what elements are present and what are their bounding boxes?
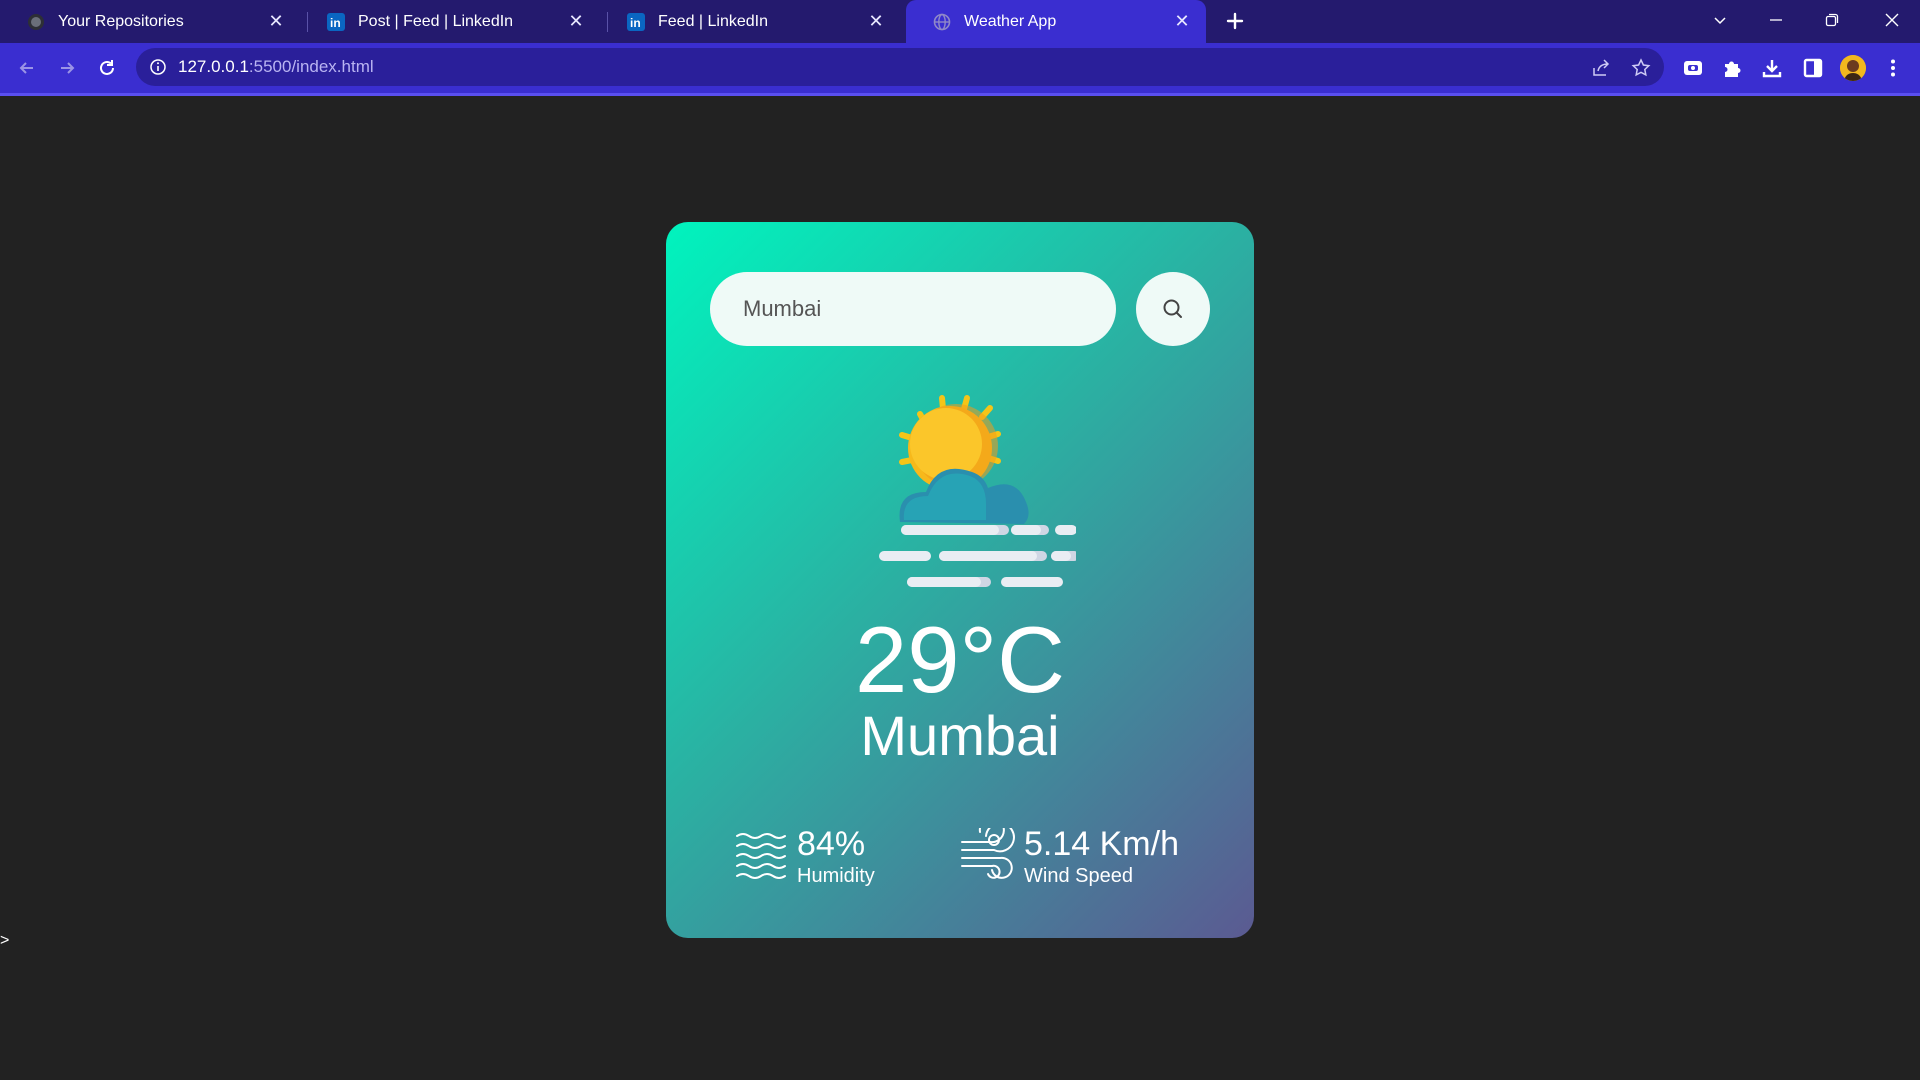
tab-title: Post | Feed | LinkedIn bbox=[358, 12, 514, 30]
tab-title: Your Repositories bbox=[58, 12, 184, 30]
chevron-down-icon bbox=[1714, 17, 1726, 25]
url-text[interactable]: 127.0.0.1:5500/index.html bbox=[178, 57, 374, 77]
site-info-icon[interactable] bbox=[148, 57, 168, 77]
side-panel-icon bbox=[1803, 58, 1823, 78]
share-button[interactable] bbox=[1590, 57, 1612, 79]
search-button[interactable] bbox=[1136, 272, 1210, 346]
side-panel-button[interactable] bbox=[1800, 55, 1826, 81]
humidity-label: Humidity bbox=[797, 865, 875, 887]
humidity-value: 84% bbox=[797, 825, 866, 863]
back-button[interactable] bbox=[12, 53, 42, 83]
minimize-button[interactable] bbox=[1748, 0, 1804, 40]
close-tab-icon[interactable]: ✕ bbox=[1172, 11, 1192, 32]
extensions-button[interactable] bbox=[1719, 55, 1745, 81]
search-bar bbox=[710, 272, 1116, 346]
bookmark-button[interactable] bbox=[1630, 57, 1652, 79]
downloads-button[interactable] bbox=[1759, 55, 1785, 81]
tab-weather-app[interactable]: Weather App ✕ bbox=[906, 0, 1206, 43]
close-tab-icon[interactable]: ✕ bbox=[266, 11, 286, 32]
arrow-left-icon bbox=[19, 62, 33, 74]
share-icon bbox=[1593, 59, 1610, 76]
page-content: > Mumbai 29°C Mumbai 84% Humidity 5.14 K… bbox=[0, 96, 1920, 1080]
close-tab-icon[interactable]: ✕ bbox=[566, 11, 586, 32]
wind-label: Wind Speed bbox=[1024, 865, 1133, 887]
download-icon bbox=[1762, 60, 1782, 78]
weather-card: 29°C Mumbai 84% Humidity bbox=[666, 222, 1254, 938]
browser-menu-button[interactable] bbox=[1880, 55, 1906, 81]
puzzle-icon bbox=[1725, 61, 1741, 77]
globe-icon bbox=[932, 12, 952, 32]
tab-strip: Your Repositories ✕ in Post | Feed | Lin… bbox=[0, 0, 1920, 43]
wind-text: 5.14 Km/h Wind Speed bbox=[1024, 826, 1179, 888]
close-window-button[interactable] bbox=[1864, 0, 1920, 40]
humidity-waves-icon bbox=[736, 833, 786, 879]
restore-icon bbox=[1825, 13, 1839, 27]
tab-title: Weather App bbox=[964, 12, 1057, 30]
reload-icon bbox=[100, 60, 114, 75]
arrow-right-icon bbox=[61, 62, 75, 74]
svg-text:in: in bbox=[330, 16, 341, 30]
minimize-icon bbox=[1770, 19, 1782, 21]
city-name: Mumbai bbox=[860, 704, 1060, 767]
city-search-input[interactable] bbox=[741, 295, 1085, 323]
linkedin-icon: in bbox=[326, 12, 346, 32]
humidity-detail: 84% Humidity bbox=[733, 826, 875, 888]
profile-avatar[interactable] bbox=[1840, 55, 1866, 81]
new-tab-button[interactable] bbox=[1220, 6, 1250, 36]
tab-post-feed-linkedin[interactable]: in Post | Feed | LinkedIn ✕ bbox=[300, 0, 600, 43]
screen-capture-button[interactable] bbox=[1680, 55, 1706, 81]
github-icon bbox=[26, 12, 46, 32]
url-host: 127.0.0.1 bbox=[178, 57, 249, 76]
avatar-icon bbox=[1840, 55, 1866, 81]
reload-button[interactable] bbox=[92, 53, 122, 83]
forward-button[interactable] bbox=[52, 53, 82, 83]
close-icon bbox=[1885, 13, 1899, 27]
partly-cloudy-mist-icon bbox=[879, 395, 1076, 587]
more-vertical-icon bbox=[1891, 59, 1895, 77]
plus-icon bbox=[1226, 12, 1244, 30]
search-icon bbox=[1163, 299, 1182, 318]
star-icon bbox=[1631, 58, 1651, 77]
tab-search-button[interactable] bbox=[1692, 0, 1748, 40]
wind-icon bbox=[961, 828, 1015, 879]
wind-detail: 5.14 Km/h Wind Speed bbox=[960, 826, 1179, 888]
url-path: :5500/index.html bbox=[248, 57, 374, 76]
tab-feed-linkedin[interactable]: in Feed | LinkedIn ✕ bbox=[600, 0, 900, 43]
browser-toolbar: 127.0.0.1:5500/index.html bbox=[0, 43, 1920, 96]
close-tab-icon[interactable]: ✕ bbox=[866, 11, 886, 32]
humidity-text: 84% Humidity bbox=[797, 826, 875, 888]
wind-value: 5.14 Km/h bbox=[1024, 825, 1179, 863]
tab-your-repositories[interactable]: Your Repositories ✕ bbox=[0, 0, 300, 43]
restore-button[interactable] bbox=[1804, 0, 1860, 40]
tab-title: Feed | LinkedIn bbox=[658, 12, 769, 30]
screen-record-icon bbox=[1684, 61, 1702, 75]
stray-text: > bbox=[0, 932, 10, 949]
svg-text:in: in bbox=[630, 16, 641, 30]
address-bar[interactable]: 127.0.0.1:5500/index.html bbox=[136, 48, 1664, 86]
temperature: 29°C bbox=[854, 607, 1066, 712]
linkedin-icon: in bbox=[626, 12, 646, 32]
